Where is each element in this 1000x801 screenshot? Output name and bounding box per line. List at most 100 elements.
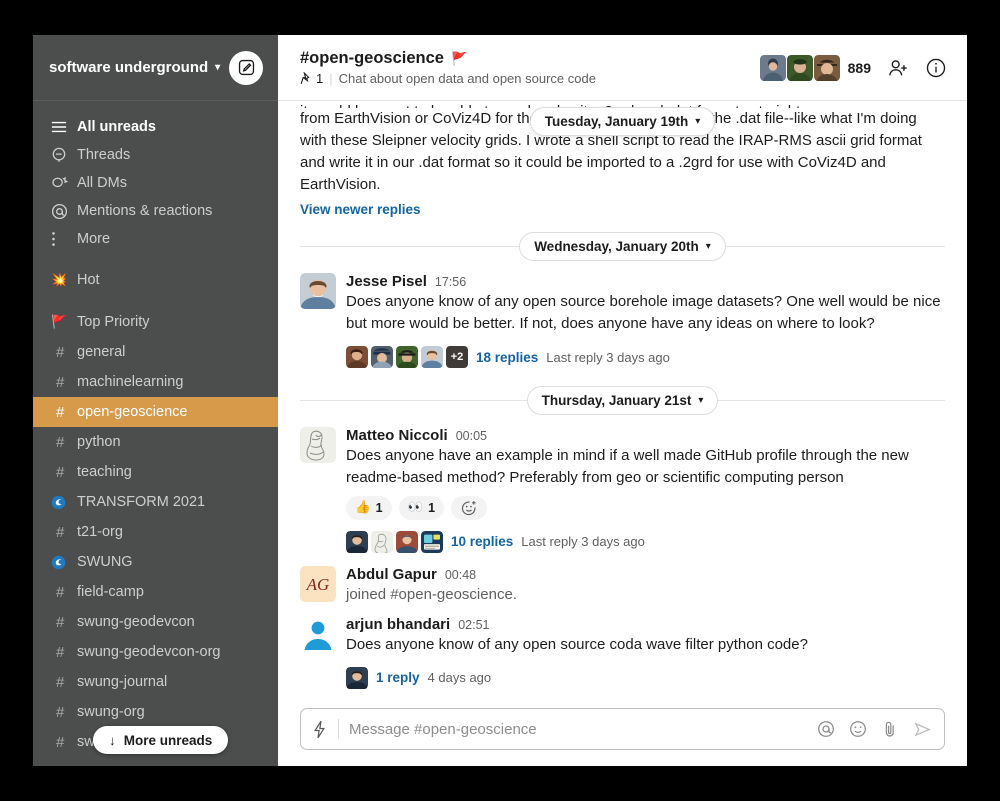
channel-label: python (77, 434, 121, 450)
more-unreads-button[interactable]: ↓ More unreads (93, 726, 229, 754)
svg-text:AG: AG (306, 575, 330, 594)
sidebar-item-threads[interactable]: Threads (33, 141, 278, 169)
sidebar-section-hot[interactable]: 💥 Hot (33, 265, 278, 295)
avatar (346, 346, 368, 369)
sidebar-channel-swung-geodevcon-org[interactable]: # swung-geodevcon-org (33, 637, 278, 667)
sidebar-item-label: All unreads (77, 119, 156, 135)
workspace-name-label: software underground (49, 59, 209, 76)
message-author[interactable]: Abdul Gapur (346, 566, 437, 583)
chevron-down-icon: ▾ (705, 240, 711, 252)
avatar (371, 530, 393, 553)
sidebar-channel-teaching[interactable]: # teaching (33, 457, 278, 487)
thread-reply-count[interactable]: 18 replies (476, 350, 538, 365)
sidebar-item-label: All DMs (77, 175, 127, 191)
avatar (421, 530, 443, 553)
thread-summary[interactable]: 10 replies Last reply 3 days ago (346, 528, 945, 556)
compose-button[interactable] (229, 50, 263, 85)
message-body: Jesse Pisel 17:56 Does anyone know of an… (346, 273, 945, 371)
at-mention-icon[interactable] (817, 720, 835, 738)
message-matteo-niccoli: Matteo Niccoli 00:05 Does anyone have an… (278, 419, 967, 558)
sidebar-section-swung[interactable]: SWUNG (33, 547, 278, 577)
date-pill-button[interactable]: Wednesday, January 20th ▾ (519, 231, 726, 261)
channel-label: swung-geodevcon (77, 614, 195, 630)
sidebar-item-label: Threads (77, 147, 131, 163)
message-author[interactable]: Matteo Niccoli (346, 427, 448, 444)
main-panel: #open-geoscience 🚩 1 | Chat about open d… (278, 35, 967, 766)
sidebar-section-label: SWUNG (77, 554, 133, 570)
sidebar-channel-field-camp[interactable]: # field-camp (33, 577, 278, 607)
members-button[interactable]: 889 (759, 54, 871, 81)
attachment-icon[interactable] (881, 720, 899, 738)
message-timestamp[interactable]: 00:05 (456, 429, 487, 443)
message-list[interactable]: it would be great to be able to read and… (278, 101, 967, 708)
chevron-down-icon: ▾ (695, 116, 701, 127)
thread-summary[interactable]: 1 reply 4 days ago (346, 664, 945, 692)
sidebar-channel-python[interactable]: # python (33, 427, 278, 457)
lightning-bolt-icon[interactable] (311, 720, 328, 739)
sidebar-channel-open-geoscience[interactable]: # open-geoscience (33, 397, 278, 427)
sidebar-section-top-priority[interactable]: 🚩 Top Priority (33, 307, 278, 337)
search-input[interactable]: Message #open-geoscience (349, 721, 807, 738)
pinned-count-label: 1 (316, 71, 324, 86)
avatar[interactable] (300, 273, 336, 310)
sidebar-channel-t21-org[interactable]: # t21-org (33, 517, 278, 547)
reaction-count: 1 (428, 500, 436, 515)
sidebar-item-label: More (77, 231, 111, 247)
floating-date-label: Tuesday, January 19th (544, 114, 689, 129)
sidebar: software underground ▾ All unreads Threa… (33, 35, 278, 766)
channel-topic[interactable]: Chat about open data and open source cod… (339, 71, 596, 86)
divider: | (329, 71, 333, 86)
channel-title-button[interactable]: #open-geoscience 🚩 (300, 49, 596, 68)
hash-icon: # (56, 733, 65, 751)
message-author[interactable]: arjun bhandari (346, 616, 450, 633)
sidebar-channel-swung-org[interactable]: # swung-org (33, 697, 278, 727)
message-arjun-bhandari: arjun bhandari 02:51 Does anyone know of… (278, 608, 967, 694)
message-header: Abdul Gapur 00:48 (346, 566, 945, 583)
sidebar-channel-swung-geodevcon[interactable]: # swung-geodevcon (33, 607, 278, 637)
date-pill-button[interactable]: Thursday, January 21st ▾ (526, 385, 719, 415)
thread-last-reply: Last reply 3 days ago (521, 534, 645, 550)
reaction-eyes[interactable]: 👀 1 (398, 495, 445, 520)
info-icon[interactable] (925, 57, 947, 79)
message-header: arjun bhandari 02:51 (346, 616, 945, 633)
thread-reply-count[interactable]: 10 replies (451, 534, 513, 549)
message-author[interactable]: Jesse Pisel (346, 273, 427, 290)
add-person-icon[interactable] (887, 57, 909, 79)
add-reaction-button[interactable] (451, 495, 488, 520)
message-timestamp[interactable]: 02:51 (458, 618, 489, 632)
pinned-count[interactable]: 1 (300, 71, 323, 86)
message-timestamp[interactable]: 00:48 (445, 568, 476, 582)
view-newer-replies-link[interactable]: View newer replies (300, 200, 945, 220)
workspace-name-button[interactable]: software underground ▾ (49, 59, 220, 76)
hash-icon: # (56, 583, 65, 601)
sidebar-section-transform-2021[interactable]: TRANSFORM 2021 (33, 487, 278, 517)
thread-reply-count[interactable]: 1 reply (376, 670, 420, 685)
avatar (371, 346, 393, 369)
floating-date-pill-button[interactable]: Tuesday, January 19th ▾ (529, 107, 716, 136)
threads-icon (51, 147, 77, 163)
thread-participant-avatars (346, 666, 368, 689)
swung-globe-emoji-icon (51, 495, 77, 510)
hash-icon: # (56, 463, 65, 481)
workspace-header[interactable]: software underground ▾ (33, 35, 278, 101)
thread-summary[interactable]: +2 18 replies Last reply 3 days ago (346, 343, 945, 371)
avatar[interactable]: AG (300, 565, 336, 602)
reaction-thumbsup[interactable]: 👍 1 (346, 495, 392, 520)
sidebar-item-all-dms[interactable]: All DMs (33, 169, 278, 197)
sidebar-channel-machinelearning[interactable]: # machinelearning (33, 367, 278, 397)
sidebar-item-all-unreads[interactable]: All unreads (33, 113, 278, 141)
message-composer[interactable]: Message #open-geoscience (300, 708, 945, 750)
message-timestamp[interactable]: 17:56 (435, 275, 466, 289)
avatar[interactable] (300, 427, 336, 464)
page-title: #open-geoscience (300, 49, 444, 67)
sidebar-item-mentions-reactions[interactable]: Mentions & reactions (33, 197, 278, 225)
sidebar-item-more[interactable]: More (33, 225, 278, 253)
dms-icon (51, 176, 77, 191)
emoji-icon[interactable] (849, 720, 867, 738)
thread-last-reply: 4 days ago (427, 670, 492, 686)
sidebar-channel-general[interactable]: # general (33, 337, 278, 367)
send-icon[interactable] (913, 720, 932, 739)
message-body: Matteo Niccoli 00:05 Does anyone have an… (346, 427, 945, 556)
avatar[interactable] (300, 615, 336, 652)
sidebar-channel-swung-journal[interactable]: # swung-journal (33, 667, 278, 697)
